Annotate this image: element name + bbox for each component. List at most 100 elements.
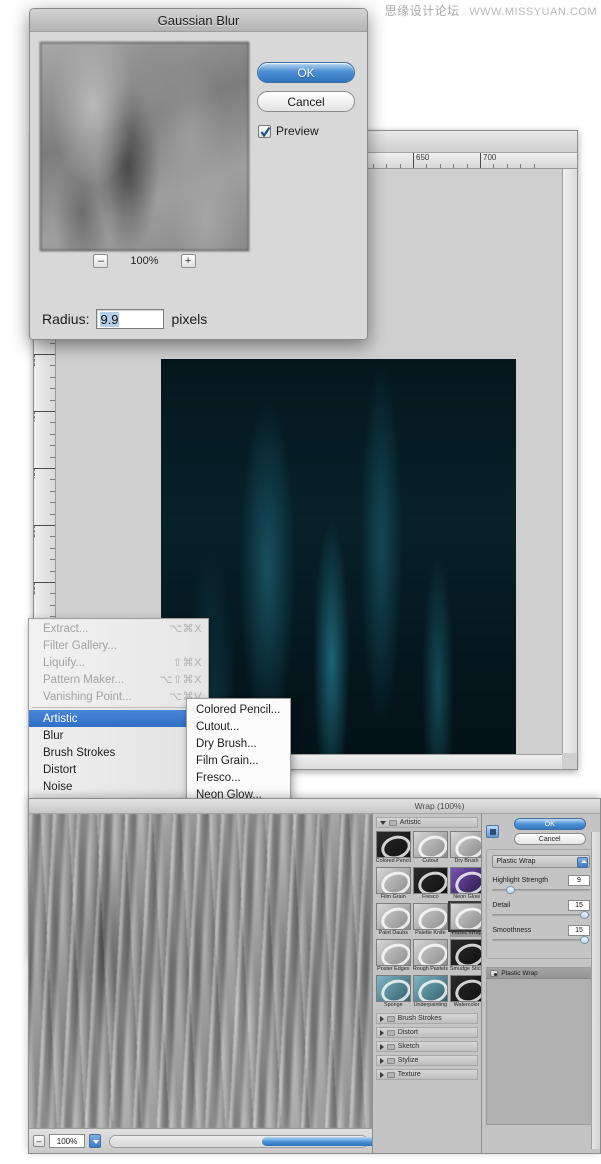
slider-track[interactable] bbox=[492, 936, 590, 944]
gaussian-blur-titlebar[interactable]: Gaussian Blur bbox=[30, 9, 367, 32]
panel-toggle-button[interactable] bbox=[486, 825, 500, 838]
filter-thumbnail-rough-pastels[interactable]: Rough Pastels bbox=[412, 939, 448, 973]
preview-checkbox-row[interactable]: Preview bbox=[257, 124, 355, 138]
menu-item[interactable]: Extract... ⌥⌘X bbox=[29, 620, 208, 637]
submenu-item-label: Colored Pencil... bbox=[196, 703, 281, 716]
filter-thumbnail-image bbox=[412, 903, 448, 930]
filter-thumbnail-label: Poster Edges bbox=[377, 966, 410, 972]
slider-track[interactable] bbox=[492, 911, 590, 919]
filter-thumbnail-underpainting[interactable]: Underpainting bbox=[412, 975, 448, 1009]
radius-input[interactable]: 9.9 bbox=[96, 309, 165, 329]
filter-thumbnail-label: Neon Glow bbox=[453, 894, 480, 900]
menu-item[interactable]: Pattern Maker... ⌥⇧⌘X bbox=[29, 671, 208, 688]
slider-knob[interactable] bbox=[580, 936, 590, 944]
layer-row[interactable]: Plastic Wrap bbox=[487, 968, 595, 979]
eye-icon[interactable] bbox=[490, 969, 499, 977]
filter-thumbnail-label: Sponge bbox=[384, 1002, 403, 1008]
menu-item-artistic[interactable]: Artistic bbox=[29, 710, 208, 727]
menu-item-label: Pattern Maker... bbox=[43, 673, 125, 686]
menu-item[interactable]: Vanishing Point... ⌥⌘V bbox=[29, 688, 208, 705]
gallery-ok-button[interactable]: OK bbox=[513, 818, 586, 830]
chevron-down-icon[interactable] bbox=[577, 857, 588, 868]
ruler-minor-tick bbox=[372, 164, 374, 168]
blur-preview-thumbnail[interactable] bbox=[40, 42, 249, 251]
slider-value-input[interactable]: 15 bbox=[568, 900, 590, 911]
submenu-item-fresco[interactable]: Fresco... bbox=[187, 769, 290, 786]
menu-item-blur[interactable]: Blur bbox=[29, 727, 208, 744]
filter-thumbnail-label: Fresco bbox=[422, 894, 439, 900]
filter-thumbnail-neon-glow[interactable]: Neon Glow bbox=[449, 867, 482, 901]
filter-thumbnail-cutout[interactable]: Cutout bbox=[412, 831, 448, 865]
triangle-right-icon[interactable] bbox=[379, 1029, 384, 1036]
category-header-stylize[interactable]: Stylize bbox=[375, 1055, 479, 1066]
category-header-distort[interactable]: Distort bbox=[375, 1027, 479, 1038]
submenu-item-film-grain[interactable]: Film Grain... bbox=[187, 752, 290, 769]
filter-thumbnail-dry-brush[interactable]: Dry Brush bbox=[449, 831, 482, 865]
filter-thumbnail-poster-edges[interactable]: Poster Edges bbox=[375, 939, 411, 973]
filter-thumbnail-colored-pencil[interactable]: Colored Pencil bbox=[375, 831, 411, 865]
submenu-item-colored-pencil[interactable]: Colored Pencil... bbox=[187, 701, 290, 718]
scrollbar-thumb[interactable] bbox=[262, 1136, 372, 1146]
ok-button[interactable]: OK bbox=[257, 62, 355, 83]
filter-thumbnail-film-grain[interactable]: Film Grain bbox=[375, 867, 411, 901]
triangle-down-icon[interactable] bbox=[379, 820, 386, 825]
document-vertical-scrollbar[interactable] bbox=[562, 169, 577, 753]
filter-thumbnail-label: Rough Pastels bbox=[412, 966, 448, 972]
filter-thumbnail-palette-knife[interactable]: Palette Knife bbox=[412, 903, 448, 937]
filter-thumbnail-image bbox=[412, 831, 448, 858]
filter-thumbnail-smudge-stick[interactable]: Smudge Stick bbox=[449, 939, 482, 973]
category-header-brush-strokes[interactable]: Brush Strokes bbox=[375, 1013, 479, 1024]
gallery-zoom-value[interactable]: 100% bbox=[49, 1134, 85, 1148]
settings-vertical-scrollbar[interactable] bbox=[591, 832, 600, 1149]
gallery-horizontal-scrollbar[interactable] bbox=[109, 1134, 372, 1148]
applied-filter-layer-list[interactable]: Plastic Wrap bbox=[486, 967, 596, 1125]
filter-gallery-title: Wrap (100%) bbox=[414, 801, 465, 811]
slider-knob[interactable] bbox=[505, 886, 515, 894]
slider-value-input[interactable]: 9 bbox=[568, 875, 590, 886]
submenu-item-cutout[interactable]: Cutout... bbox=[187, 718, 290, 735]
filter-thumbnail-paint-daubs[interactable]: Paint Daubs bbox=[375, 903, 411, 937]
gallery-cancel-button[interactable]: Cancel bbox=[513, 833, 586, 845]
filter-name-dropdown[interactable]: Plastic Wrap bbox=[492, 855, 590, 868]
menu-item-distort[interactable]: Distort bbox=[29, 761, 208, 778]
filter-thumbnail-fresco[interactable]: Fresco bbox=[412, 867, 448, 901]
filter-thumbnail-label: Underpainting bbox=[413, 1002, 448, 1008]
triangle-right-icon[interactable] bbox=[379, 1043, 384, 1050]
zoom-in-button[interactable]: + bbox=[180, 254, 196, 268]
watermark-bottom: post.ofximaker.com bbox=[482, 1131, 565, 1141]
filter-gallery-preview-pane[interactable]: – 100% bbox=[29, 814, 373, 1153]
slider-knob[interactable] bbox=[580, 911, 590, 919]
ruler-minor-tick bbox=[399, 164, 401, 168]
filter-thumbnail-plastic-wrap[interactable]: Plastic Wrap bbox=[447, 901, 482, 937]
category-header-texture[interactable]: Texture bbox=[375, 1069, 479, 1080]
layer-label: Plastic Wrap bbox=[501, 969, 538, 977]
menu-item[interactable]: Liquify... ⇧⌘X bbox=[29, 654, 208, 671]
menu-item-noise[interactable]: Noise bbox=[29, 778, 208, 795]
watermark-top: 思缘设计论坛 WWW.MISSYUAN.COM bbox=[385, 2, 597, 19]
category-header-sketch[interactable]: Sketch bbox=[375, 1041, 479, 1052]
category-header-artistic[interactable]: Artistic bbox=[375, 817, 479, 828]
filter-thumbnail-browser[interactable]: Artistic Colored Pencil Cutout Dry Brush Fi… bbox=[372, 814, 483, 1153]
filter-gallery-titlebar[interactable]: Wrap (100%) bbox=[29, 799, 600, 814]
triangle-right-icon[interactable] bbox=[379, 1015, 384, 1022]
zoom-out-button[interactable]: – bbox=[93, 254, 109, 268]
ruler-minor-tick bbox=[439, 164, 441, 168]
cancel-button[interactable]: Cancel bbox=[257, 91, 355, 112]
triangle-right-icon[interactable] bbox=[379, 1057, 384, 1064]
filter-thumbnail-image bbox=[447, 901, 482, 932]
gallery-zoom-popup-button[interactable] bbox=[89, 1134, 101, 1148]
menu-item-brush-strokes[interactable]: Brush Strokes bbox=[29, 744, 208, 761]
slider-track[interactable] bbox=[492, 886, 590, 894]
filter-thumbnail-image bbox=[449, 867, 482, 894]
ruler-minor-tick bbox=[493, 164, 495, 168]
gallery-zoom-out-button[interactable]: – bbox=[33, 1135, 45, 1147]
menu-item[interactable]: Filter Gallery... bbox=[29, 637, 208, 654]
radius-units-label: pixels bbox=[171, 311, 208, 327]
slider-value-input[interactable]: 15 bbox=[568, 925, 590, 936]
filter-thumbnail-label: Plastic Wrap bbox=[449, 930, 482, 937]
filter-thumbnail-sponge[interactable]: Sponge bbox=[375, 975, 411, 1009]
submenu-item-dry-brush[interactable]: Dry Brush... bbox=[187, 735, 290, 752]
checkbox-checked-icon[interactable] bbox=[258, 124, 271, 138]
filter-thumbnail-watercolor[interactable]: Watercolor bbox=[449, 975, 482, 1009]
triangle-right-icon[interactable] bbox=[379, 1071, 384, 1078]
